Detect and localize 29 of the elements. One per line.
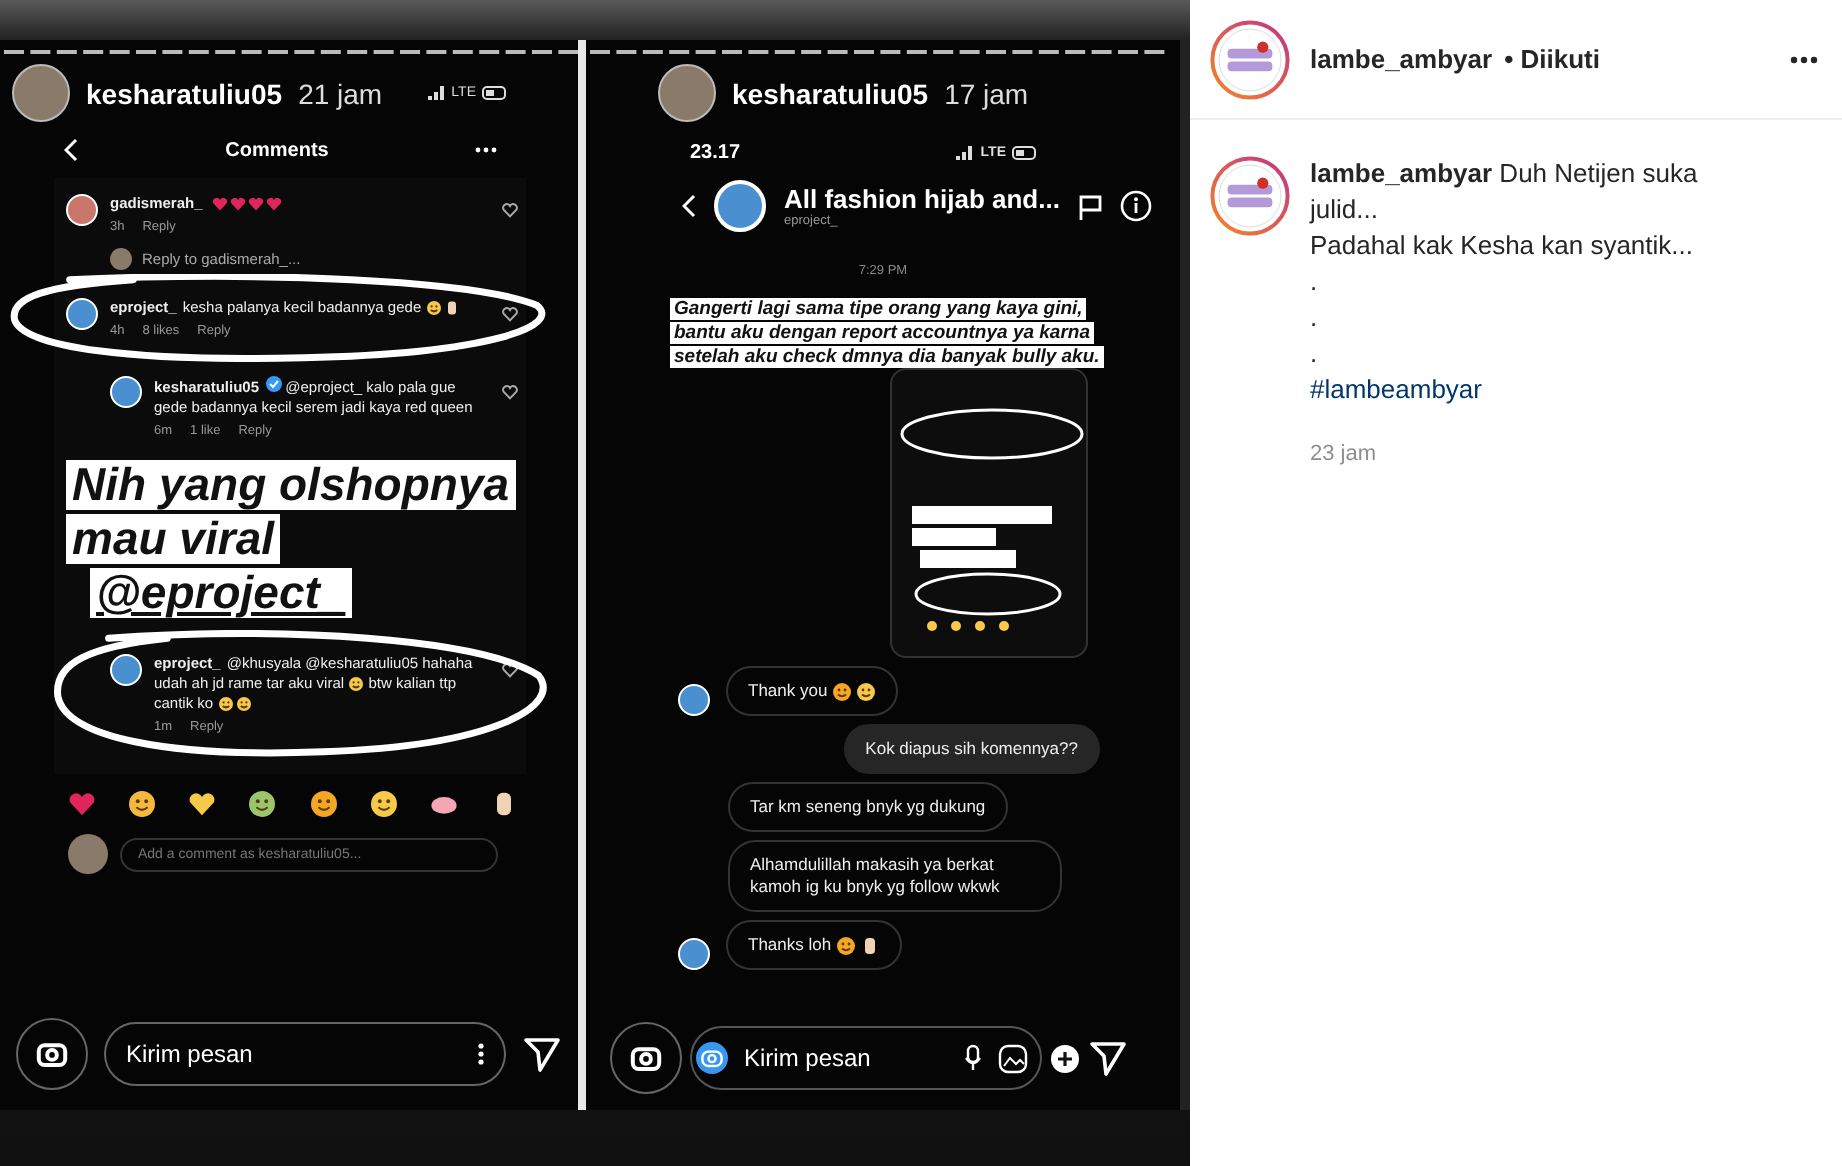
sticker-text: mau viral	[66, 514, 280, 564]
sticker-text: Gangerti lagi sama tipe orang yang kaya gini,	[670, 298, 1087, 320]
message-field[interactable]: Kirim pesan	[690, 1026, 1042, 1090]
message-bubble: Thank you	[726, 666, 898, 716]
caption-line: .	[1310, 300, 1318, 336]
message-bubble: Tar km seneng bnyk yg dukung	[728, 782, 1008, 832]
sticker-text: @eproject_	[90, 568, 352, 618]
follow-status: • Diikuti	[1504, 44, 1600, 74]
screen-title: Comments	[225, 139, 329, 161]
caption-line: .	[1310, 336, 1318, 372]
story-time: 17 jam	[944, 77, 1029, 109]
status-clock: 23.17	[690, 142, 741, 164]
sticker-text: Nih yang olshopnya	[66, 460, 516, 510]
message-bubble: Alhamdulillah makasih ya berkat kamoh ig ku bnyk yg follow wkwk	[728, 840, 1062, 912]
sticker-text: setelah aku check dmnya dia banyak bully aku.	[670, 346, 1104, 368]
username[interactable]: kesharatuliu05	[86, 77, 283, 109]
message-field[interactable]: Kirim pesan	[104, 1022, 506, 1086]
username[interactable]: lambe_ambyar	[1310, 44, 1493, 74]
caption-text: lambe_ambyar Duh Netijen suka julid...	[1310, 156, 1700, 228]
username[interactable]: kesharatuliu05	[732, 77, 929, 109]
story-time: 21 jam	[298, 77, 383, 109]
caption-line: Padahal kak Kesha kan syantik...	[1310, 228, 1694, 264]
caption-line: .	[1310, 264, 1318, 300]
post-time: 23 jam	[1310, 440, 1377, 470]
message-bubble: Thanks loh	[726, 920, 902, 970]
message-bubble: Kok diapus sih komennya??	[843, 724, 1100, 774]
hashtag-link[interactable]: #lambeambyar	[1310, 372, 1482, 408]
sticker-text: bantu aku dengan report accountnya ya karna	[670, 322, 1094, 344]
chat-title[interactable]: All fashion hijab and...	[784, 184, 1060, 214]
